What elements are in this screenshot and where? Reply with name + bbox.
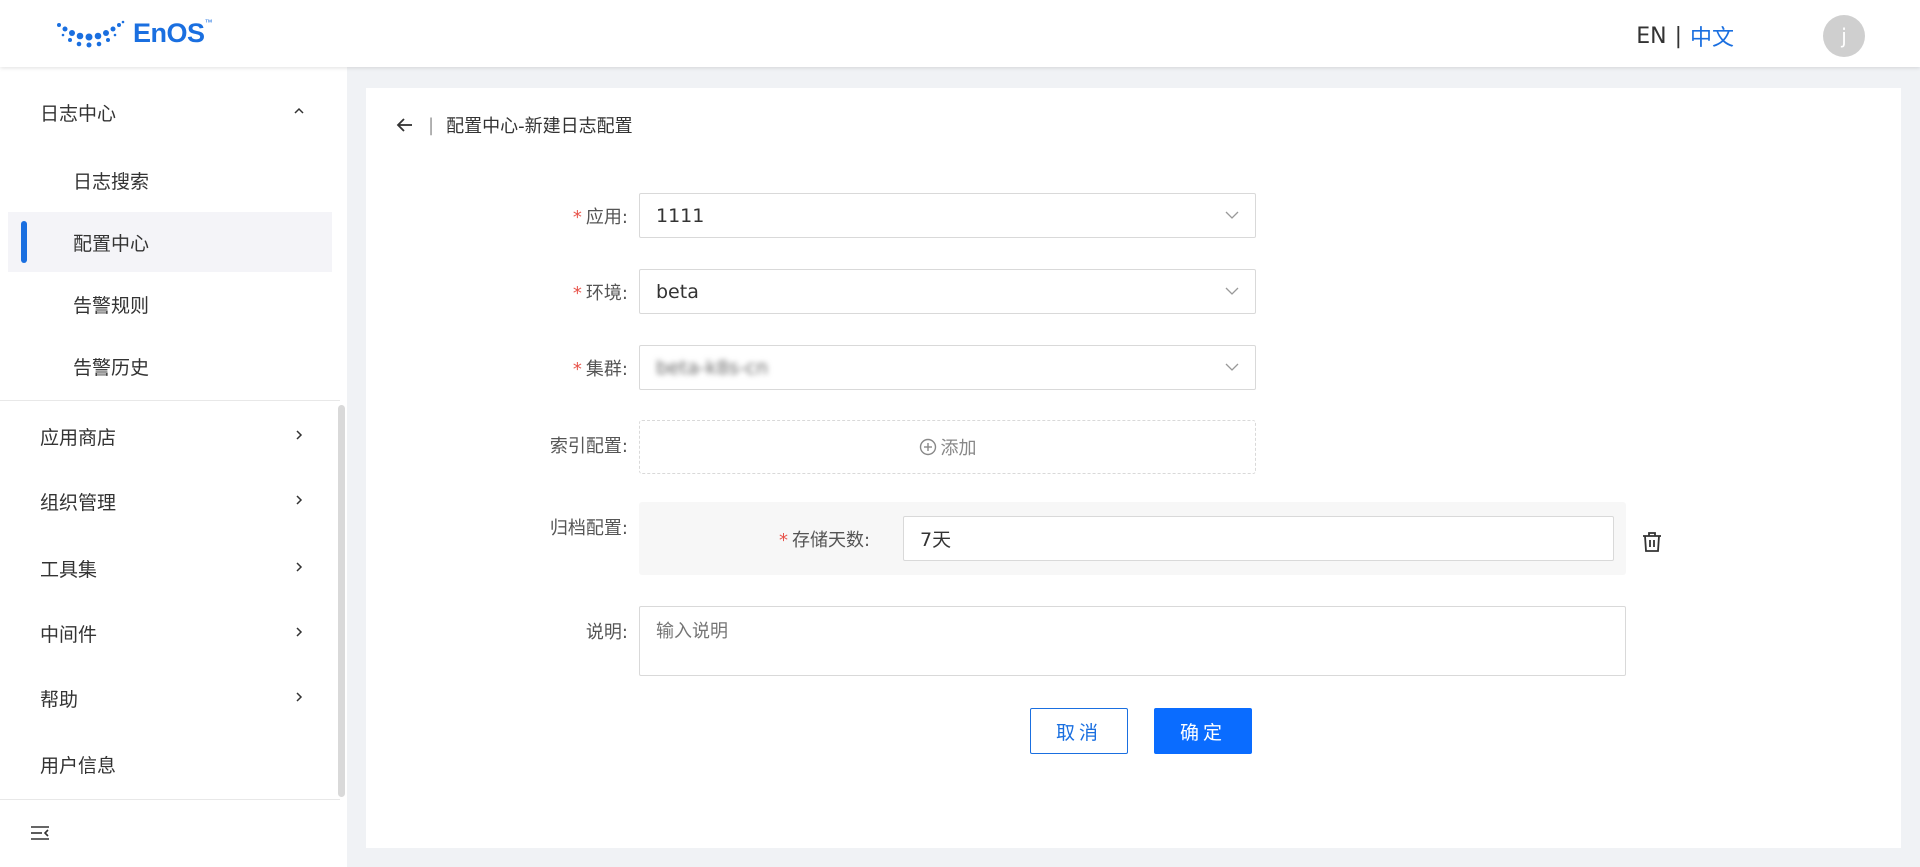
env-select-value: beta	[656, 280, 699, 303]
sidebar-item-alert-rules[interactable]: 告警规则	[8, 274, 332, 334]
sidebar-group-log-center[interactable]: 日志中心	[40, 99, 116, 126]
retention-days-input[interactable]: 7天	[903, 516, 1614, 561]
sidebar-item-label: 配置中心	[73, 232, 150, 255]
lang-en-link[interactable]: EN	[1636, 24, 1666, 49]
page-header: | 配置中心-新建日志配置	[396, 112, 633, 138]
confirm-button[interactable]: 确定	[1154, 708, 1252, 754]
title-separator: |	[428, 114, 435, 136]
required-mark: *	[572, 283, 582, 304]
sidebar-divider	[0, 799, 340, 800]
sidebar-item-label: 日志搜索	[73, 170, 150, 193]
app-label: * 应用:	[572, 207, 628, 228]
logo-tm: ™	[204, 18, 213, 27]
avatar[interactable]: j	[1823, 15, 1865, 57]
env-label: * 环境:	[572, 283, 628, 304]
sidebar-group-org-management[interactable]: 组织管理	[40, 488, 116, 515]
enos-logo[interactable]: EnOS™	[55, 18, 212, 49]
sidebar-item-label: 告警历史	[73, 356, 150, 379]
chevron-right-icon[interactable]	[294, 495, 304, 505]
sidebar-group-app-store[interactable]: 应用商店	[40, 423, 116, 450]
page-title: 配置中心-新建日志配置	[446, 116, 633, 137]
add-index-button[interactable]: 添加	[639, 420, 1256, 474]
lang-zh-link[interactable]: 中文	[1690, 20, 1734, 52]
chevron-down-icon	[1225, 363, 1239, 371]
sidebar: 日志中心 日志搜索 配置中心 告警规则 告警历史 应用商店 组织管理 工具集 中…	[0, 67, 347, 867]
logo-dots-icon	[57, 20, 125, 47]
cancel-button[interactable]: 取消	[1030, 708, 1128, 754]
logo-text: EnOS	[133, 18, 205, 48]
description-input[interactable]	[639, 606, 1626, 676]
sidebar-item-log-search[interactable]: 日志搜索	[8, 150, 332, 210]
menu-collapse-icon[interactable]	[30, 824, 50, 842]
top-header: EnOS™ EN | 中文 j	[0, 0, 1920, 67]
sidebar-group-help[interactable]: 帮助	[40, 685, 78, 712]
sidebar-item-label: 告警规则	[73, 294, 150, 317]
archive-config-block: * 存储天数: 7天	[639, 502, 1626, 575]
required-mark: *	[572, 207, 582, 228]
sidebar-item-user-info[interactable]: 用户信息	[40, 751, 116, 778]
plus-circle-icon	[919, 438, 936, 456]
chevron-right-icon[interactable]	[294, 627, 304, 637]
sidebar-item-config-center[interactable]: 配置中心	[8, 212, 332, 272]
chevron-down-icon	[1225, 287, 1239, 295]
active-indicator	[21, 221, 27, 263]
retention-days-label: * 存储天数:	[779, 530, 871, 551]
add-index-label: 添加	[940, 438, 977, 459]
sidebar-item-alert-history[interactable]: 告警历史	[8, 336, 332, 396]
index-config-label: 索引配置:	[549, 436, 628, 457]
app-select-value: 1111	[656, 204, 705, 227]
cluster-label: * 集群:	[572, 359, 628, 380]
chevron-right-icon[interactable]	[294, 692, 304, 702]
required-mark: *	[572, 359, 582, 380]
required-mark: *	[779, 530, 788, 551]
retention-days-value: 7天	[920, 529, 952, 551]
sidebar-group-toolset[interactable]: 工具集	[40, 555, 97, 582]
app-select[interactable]: 1111	[639, 193, 1256, 238]
cluster-select-value: beta-k8s-cn	[656, 356, 769, 379]
chevron-right-icon[interactable]	[294, 562, 304, 572]
archive-config-label: 归档配置:	[549, 518, 628, 539]
language-switch: EN | 中文	[1636, 20, 1734, 52]
env-select[interactable]: beta	[639, 269, 1256, 314]
sidebar-scrollbar[interactable]	[338, 405, 345, 797]
sidebar-group-middleware[interactable]: 中间件	[40, 620, 97, 647]
cluster-select[interactable]: beta-k8s-cn	[639, 345, 1256, 390]
sidebar-divider	[0, 400, 340, 401]
lang-separator: |	[1674, 23, 1682, 49]
chevron-down-icon	[1225, 211, 1239, 219]
description-label: 说明:	[585, 622, 628, 643]
chevron-up-icon[interactable]	[294, 106, 304, 116]
main-panel: | 配置中心-新建日志配置 * 应用: 1111 * 环境: beta * 集群: b…	[366, 88, 1901, 848]
chevron-right-icon[interactable]	[294, 430, 304, 440]
trash-icon[interactable]	[1641, 531, 1663, 553]
back-arrow-icon[interactable]	[396, 116, 414, 134]
